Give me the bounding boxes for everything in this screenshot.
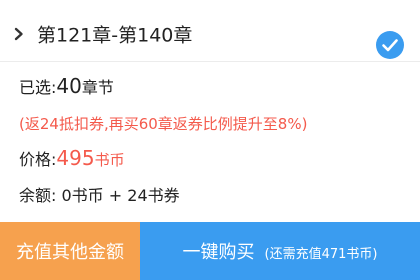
chevron-right-icon[interactable]: [12, 27, 26, 41]
selected-label: 已选:: [19, 78, 57, 97]
balance-label: 余额:: [19, 186, 57, 205]
buy-recharge-note: (还需充值471书币): [264, 247, 378, 262]
purchase-footer: 充值其他金额 一键购买 (还需充值471书币): [0, 222, 420, 280]
balance-value: 0书币 + 24书券: [61, 186, 180, 205]
price-amount: 495: [56, 146, 95, 170]
promo-note: (返24抵扣券,再买60章返券比例提升至8%): [19, 115, 308, 133]
selected-count: 40: [56, 74, 82, 98]
recharge-other-amount-button[interactable]: 充值其他金额: [0, 222, 140, 280]
one-click-buy-button[interactable]: 一键购买 (还需充值471书币): [140, 222, 420, 280]
balance-line: 余额: 0书币 + 24书券: [19, 182, 180, 206]
selected-unit: 章节: [81, 78, 114, 97]
chapter-range-label: 第121章-第140章: [37, 24, 193, 47]
buy-label: 一键购买: [182, 242, 255, 263]
price-label: 价格:: [19, 150, 57, 169]
selected-count-line: 已选:40章节: [19, 74, 114, 98]
price-line: 价格:495书币: [19, 146, 125, 170]
chapter-range-row[interactable]: 第121章-第140章: [0, 0, 420, 62]
check-circle-icon[interactable]: [375, 30, 405, 60]
price-unit: 书币: [94, 151, 125, 169]
